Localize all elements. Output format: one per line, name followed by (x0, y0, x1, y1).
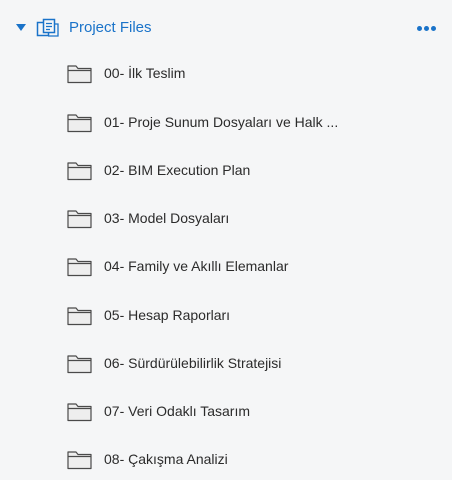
folder-item-05-hesap-raporlari[interactable]: 05- Hesap Raporları (0, 296, 452, 336)
more-dot-1 (417, 26, 422, 31)
folder-item-01-proje-sunum[interactable]: 01- Proje Sunum Dosyaları ve Halk ... (0, 103, 452, 143)
folder-item-03-model-dosyalari[interactable]: 03- Model Dosyaları (0, 199, 452, 239)
project-files-panel: Project Files 00- İlk Teslim 01- Proje S… (0, 0, 452, 480)
folder-icon (67, 354, 92, 374)
project-files-header[interactable]: Project Files (0, 10, 452, 46)
project-files-title[interactable]: Project Files (69, 18, 152, 38)
folder-label: 08- Çakışma Analizi (104, 451, 228, 467)
project-files-icon (36, 18, 60, 38)
folder-label: 06- Sürdürülebilirlik Stratejisi (104, 355, 282, 371)
folder-icon (67, 64, 92, 84)
folder-item-02-bim-execution-plan[interactable]: 02- BIM Execution Plan (0, 151, 452, 191)
folder-label: 02- BIM Execution Plan (104, 162, 251, 178)
folder-label: 04- Family ve Akıllı Elemanlar (104, 258, 289, 274)
folder-label: 07- Veri Odaklı Tasarım (104, 403, 251, 419)
folder-icon (67, 113, 92, 133)
folder-icon (67, 257, 92, 277)
folder-icon (67, 402, 92, 422)
folder-item-00-ilk-teslim[interactable]: 00- İlk Teslim (0, 54, 452, 94)
folder-label: 05- Hesap Raporları (104, 307, 231, 323)
caret-down-icon[interactable] (16, 24, 26, 31)
folder-item-08-cakisma-analizi[interactable]: 08- Çakışma Analizi (0, 440, 452, 480)
folder-icon (67, 450, 92, 470)
folder-label: 03- Model Dosyaları (104, 210, 230, 226)
folder-icon (67, 161, 92, 181)
more-dot-2 (424, 26, 429, 31)
folder-item-04-family[interactable]: 04- Family ve Akıllı Elemanlar (0, 247, 452, 287)
folder-label: 00- İlk Teslim (104, 65, 186, 81)
folder-icon (67, 209, 92, 229)
folder-item-07-veri-odakli-tasarim[interactable]: 07- Veri Odaklı Tasarım (0, 392, 452, 432)
folder-label: 01- Proje Sunum Dosyaları ve Halk ... (104, 114, 339, 130)
folder-icon (67, 306, 92, 326)
more-options-button[interactable] (411, 16, 443, 40)
more-dot-3 (431, 26, 436, 31)
folder-item-06-surdurulebilirlik[interactable]: 06- Sürdürülebilirlik Stratejisi (0, 344, 452, 384)
